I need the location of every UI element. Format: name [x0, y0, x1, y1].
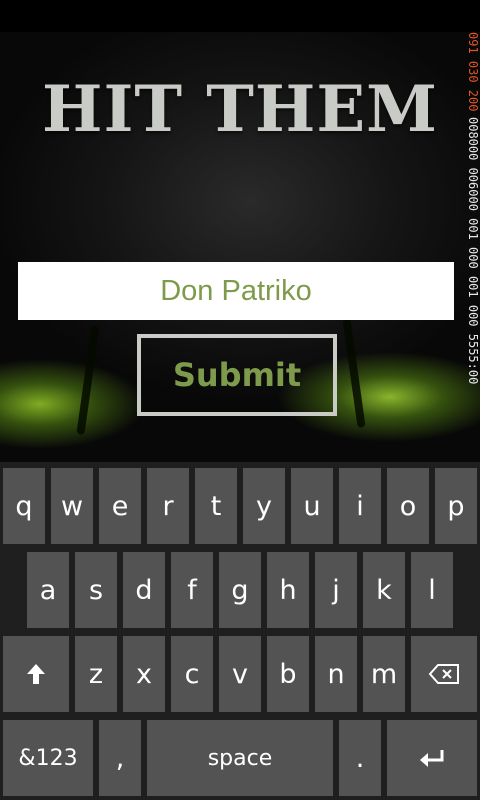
submit-button[interactable]: Submit: [137, 334, 337, 416]
frame-rate-counters: 091 030 200 008000 006000 001 000 001 00…: [463, 32, 480, 392]
key-p[interactable]: p: [435, 468, 477, 544]
key-d[interactable]: d: [123, 552, 165, 628]
status-bar: [0, 0, 480, 32]
enter-icon: [420, 750, 444, 767]
backspace-key[interactable]: [411, 636, 477, 712]
key-a[interactable]: a: [27, 552, 69, 628]
key-j[interactable]: j: [315, 552, 357, 628]
key-e[interactable]: e: [99, 468, 141, 544]
on-screen-keyboard: q w e r t y u i o p a s d f g h j k l z …: [0, 462, 480, 800]
key-q[interactable]: q: [3, 468, 45, 544]
shift-arrow-icon: [27, 664, 45, 684]
backspace-icon: [428, 664, 459, 684]
key-h[interactable]: h: [267, 552, 309, 628]
symbols-key[interactable]: &123: [3, 720, 93, 796]
key-s[interactable]: s: [75, 552, 117, 628]
key-b[interactable]: b: [267, 636, 309, 712]
space-key[interactable]: space: [147, 720, 333, 796]
name-input[interactable]: [18, 262, 454, 320]
key-l[interactable]: l: [411, 552, 453, 628]
key-o[interactable]: o: [387, 468, 429, 544]
key-i[interactable]: i: [339, 468, 381, 544]
key-w[interactable]: w: [51, 468, 93, 544]
comma-key[interactable]: ,: [99, 720, 141, 796]
key-z[interactable]: z: [75, 636, 117, 712]
key-m[interactable]: m: [363, 636, 405, 712]
enter-key[interactable]: [387, 720, 477, 796]
app-screen: HIT THEM Submit 091 030 200 008000 00600…: [0, 0, 480, 800]
key-n[interactable]: n: [315, 636, 357, 712]
page-title: HIT THEM: [41, 72, 439, 147]
key-c[interactable]: c: [171, 636, 213, 712]
key-v[interactable]: v: [219, 636, 261, 712]
period-key[interactable]: .: [339, 720, 381, 796]
key-t[interactable]: t: [195, 468, 237, 544]
key-x[interactable]: x: [123, 636, 165, 712]
key-k[interactable]: k: [363, 552, 405, 628]
key-f[interactable]: f: [171, 552, 213, 628]
debug-counter-white: 008000 006000 001 000 001 000 5555:00 05…: [466, 117, 480, 392]
key-r[interactable]: r: [147, 468, 189, 544]
shift-key[interactable]: [3, 636, 69, 712]
key-y[interactable]: y: [243, 468, 285, 544]
key-g[interactable]: g: [219, 552, 261, 628]
key-u[interactable]: u: [291, 468, 333, 544]
